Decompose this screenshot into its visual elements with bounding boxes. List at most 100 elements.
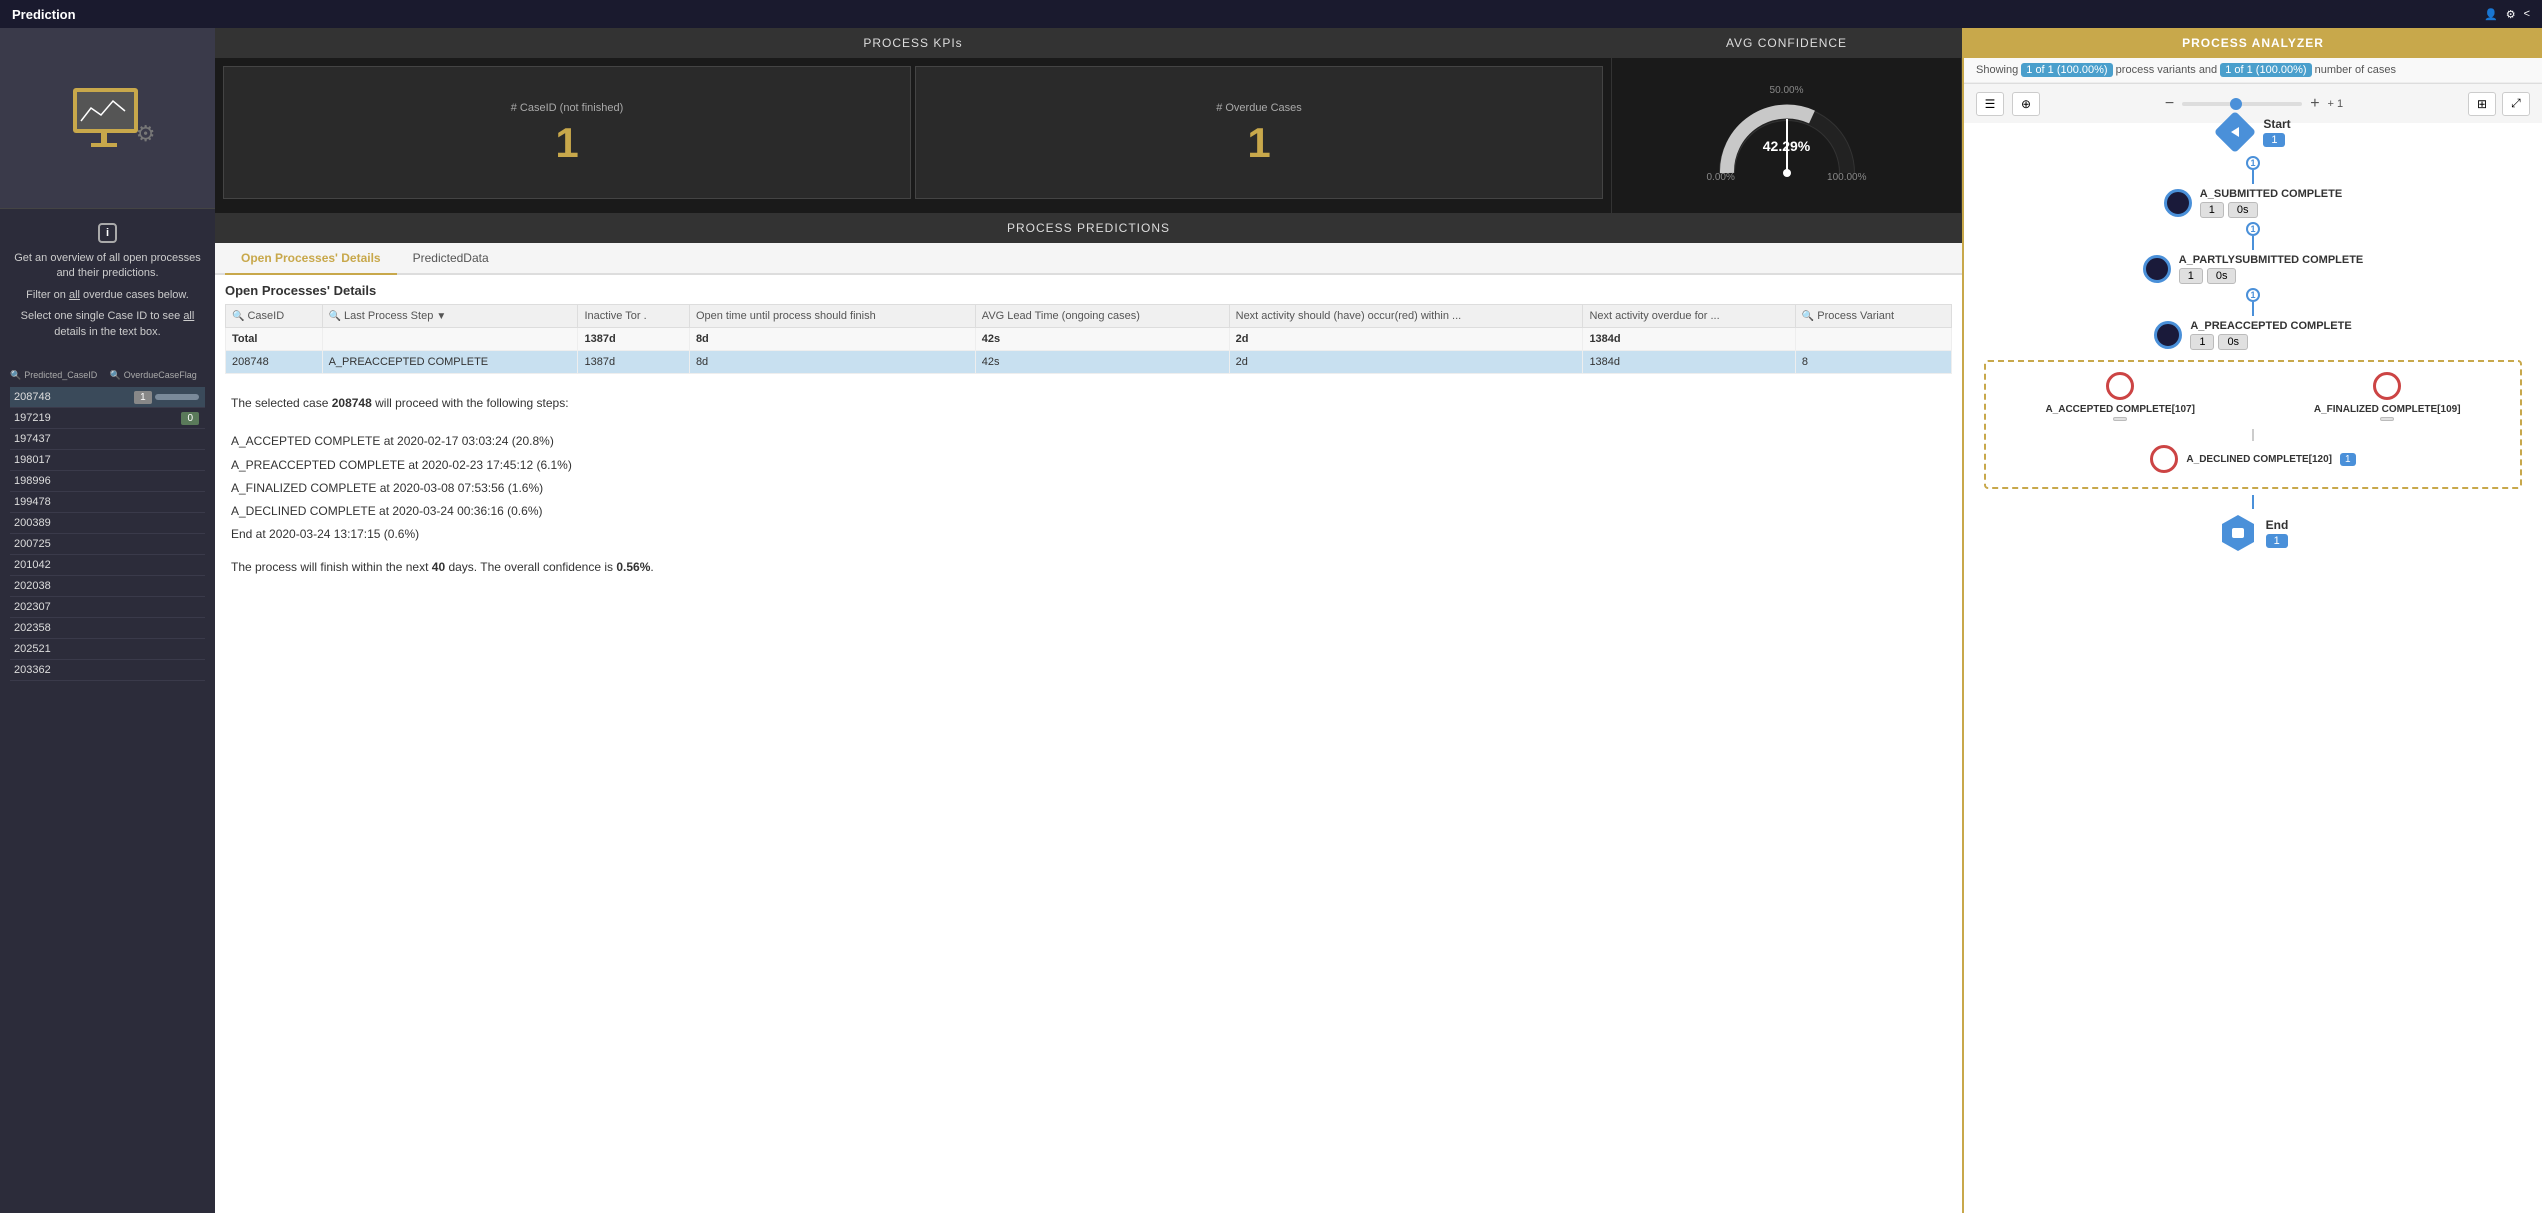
declined-badge: 1 [2340,453,2356,466]
kpi-card-1-value: 1 [555,122,578,164]
declined-label-box: A_DECLINED COMPLETE[120] [2186,454,2332,465]
variants-badge: 1 of 1 (100.00%) [2021,63,2112,77]
parallel-nodes-row: A_ACCEPTED COMPLETE[107] A_FINALIZED COM… [1996,372,2510,421]
accepted-node: A_ACCEPTED COMPLETE[107] [2045,372,2194,421]
filter-row-202038[interactable]: 202038 [10,576,205,597]
line-end [2252,495,2254,509]
search-icon-col2[interactable]: 🔍 [110,370,121,381]
collapse-btn[interactable]: < [2524,8,2530,20]
filter-row-202358[interactable]: 202358 [10,618,205,639]
filter-caseid-200725: 200725 [12,537,105,551]
filter-caseid-203362: 203362 [12,663,105,677]
filter-row-202307[interactable]: 202307 [10,597,205,618]
filter-row-202521[interactable]: 202521 [10,639,205,660]
filter-row-197437[interactable]: 197437 [10,429,205,450]
filter-row-198996[interactable]: 198996 [10,471,205,492]
filter-row-208748[interactable]: 208748 1 [10,387,205,408]
tabs-row: Open Processes' Details PredictedData [215,243,1962,275]
filter-row-198017[interactable]: 198017 [10,450,205,471]
accepted-label: A_ACCEPTED COMPLETE[107] [2045,404,2194,415]
kpi-card-2: # Overdue Cases 1 [915,66,1603,199]
filter-caseid-202521: 202521 [12,642,105,656]
app-title: Prediction [12,7,76,22]
search-icon-laststep[interactable]: 🔍 [329,311,341,322]
preaccepted-count: 1 [2190,334,2214,350]
filter-caseid-199478: 199478 [12,495,105,509]
info-text1: Get an overview of all open processes an… [10,251,205,282]
analyzer-body: Start 1 1 A_SUBMITTED COMPLETE [1964,83,2542,1213]
connector-end [2252,495,2254,509]
parallel-box: A_ACCEPTED COMPLETE[107] A_FINALIZED COM… [1984,360,2522,489]
submitted-node: A_SUBMITTED COMPLETE 1 0s [2164,188,2342,218]
prediction-summary: The process will finish within the next … [231,558,1946,577]
num-badge-1: 1 [2246,156,2260,170]
total-inactive: 1387d [578,328,689,351]
end-node: End 1 [2218,513,2289,553]
row-caseid: 208748 [226,351,323,374]
top-bar: Prediction 👤 ⚙ < [0,0,2542,28]
partly-count: 1 [2179,268,2203,284]
search-icon-variant[interactable]: 🔍 [1802,311,1814,322]
data-row-208748[interactable]: 208748 A_PREACCEPTED COMPLETE 1387d 8d 4… [226,351,1952,374]
search-icon-caseid[interactable]: 🔍 [232,311,244,322]
filter-row-197219[interactable]: 197219 0 [10,408,205,429]
partly-counters: 1 0s [2179,268,2364,284]
cases-text: number of cases [2315,64,2396,76]
process-flow: Start 1 1 A_SUBMITTED COMPLETE [1964,93,2542,1173]
zoom-slider-track[interactable] [2182,102,2302,106]
kpi-card-1: # CaseID (not finished) 1 [223,66,911,199]
accepted-count [2113,417,2127,421]
declined-label: A_DECLINED COMPLETE[120] [2186,454,2332,465]
info-text3: Select one single Case ID to see all det… [10,309,205,340]
total-caseid: Total [226,328,323,351]
settings-icon[interactable]: ⚙ [2506,8,2516,21]
end-counters: 1 [2266,534,2289,548]
partly-time: 0s [2207,268,2237,284]
filter-flag-202358 [109,621,204,635]
gauge-labels: 0.00% 100.00% [1707,172,1867,183]
preaccepted-counters: 1 0s [2190,334,2351,350]
user-icon: 👤 [2484,8,2498,21]
num-badge-3: 1 [2246,288,2260,302]
th-next-occur: Next activity should (have) occur(red) w… [1229,305,1583,328]
partly-node: A_PARTLYSUBMITTED COMPLETE 1 0s [2143,254,2364,284]
filter-row-200725[interactable]: 200725 [10,534,205,555]
total-next-occur: 2d [1229,328,1583,351]
th-open-time: Open time until process should finish [689,305,975,328]
center-content: PROCESS KPIs # CaseID (not finished) 1 #… [215,28,1962,1213]
th-variant: 🔍Process Variant [1795,305,1951,328]
finalized-node: A_FINALIZED COMPLETE[109] [2314,372,2461,421]
top-panels: PROCESS KPIs # CaseID (not finished) 1 #… [215,28,1962,213]
line-2 [2252,236,2254,250]
predictions-panel: PROCESS PREDICTIONS Open Processes' Deta… [215,213,1962,1213]
left-sidebar: ⚙ i Get an overview of all open processe… [0,28,215,1213]
preaccepted-label-box: A_PREACCEPTED COMPLETE 1 0s [2190,320,2351,350]
row-avg-lead: 42s [975,351,1229,374]
filter-flag-208748: 1 [109,390,204,404]
prediction-steps: A_ACCEPTED COMPLETE at 2020-02-17 03:03:… [231,432,1946,544]
filter-columns-header: 🔍 Predicted_CaseID 🔍 OverdueCaseFlag [10,370,205,381]
filter-row-199478[interactable]: 199478 [10,492,205,513]
connector-2: 1 [2246,222,2260,250]
prediction-step: End at 2020-03-24 13:17:15 (0.6%) [231,525,1946,544]
start-label: Start [2263,117,2290,131]
search-icon-col1[interactable]: 🔍 [10,370,21,381]
filter-flag-197219: 0 [109,411,204,425]
filter-caseid-198996: 198996 [12,474,105,488]
filter-row-203362[interactable]: 203362 [10,660,205,681]
kpi-panel: PROCESS KPIs # CaseID (not finished) 1 #… [215,28,1612,213]
preaccepted-node: A_PREACCEPTED COMPLETE 1 0s [2154,320,2351,350]
row-next-overdue: 1384d [1583,351,1795,374]
tab-open-processes[interactable]: Open Processes' Details [225,243,397,275]
filter-row-200389[interactable]: 200389 [10,513,205,534]
end-hexagon-svg [2218,513,2258,553]
preaccepted-label: A_PREACCEPTED COMPLETE [2190,320,2351,332]
filter-row-201042[interactable]: 201042 [10,555,205,576]
filter-rows: 208748 1 197219 0 197437 198017 [10,387,205,681]
gauge-mid-label: 50.00% [1770,85,1804,96]
filter-flag-200389 [109,516,204,530]
prediction-step: A_FINALIZED COMPLETE at 2020-03-08 07:53… [231,479,1946,498]
filter-flag-203362 [109,663,204,677]
declined-node: A_DECLINED COMPLETE[120] 1 [2150,445,2355,473]
tab-predicted-data[interactable]: PredictedData [397,243,505,273]
